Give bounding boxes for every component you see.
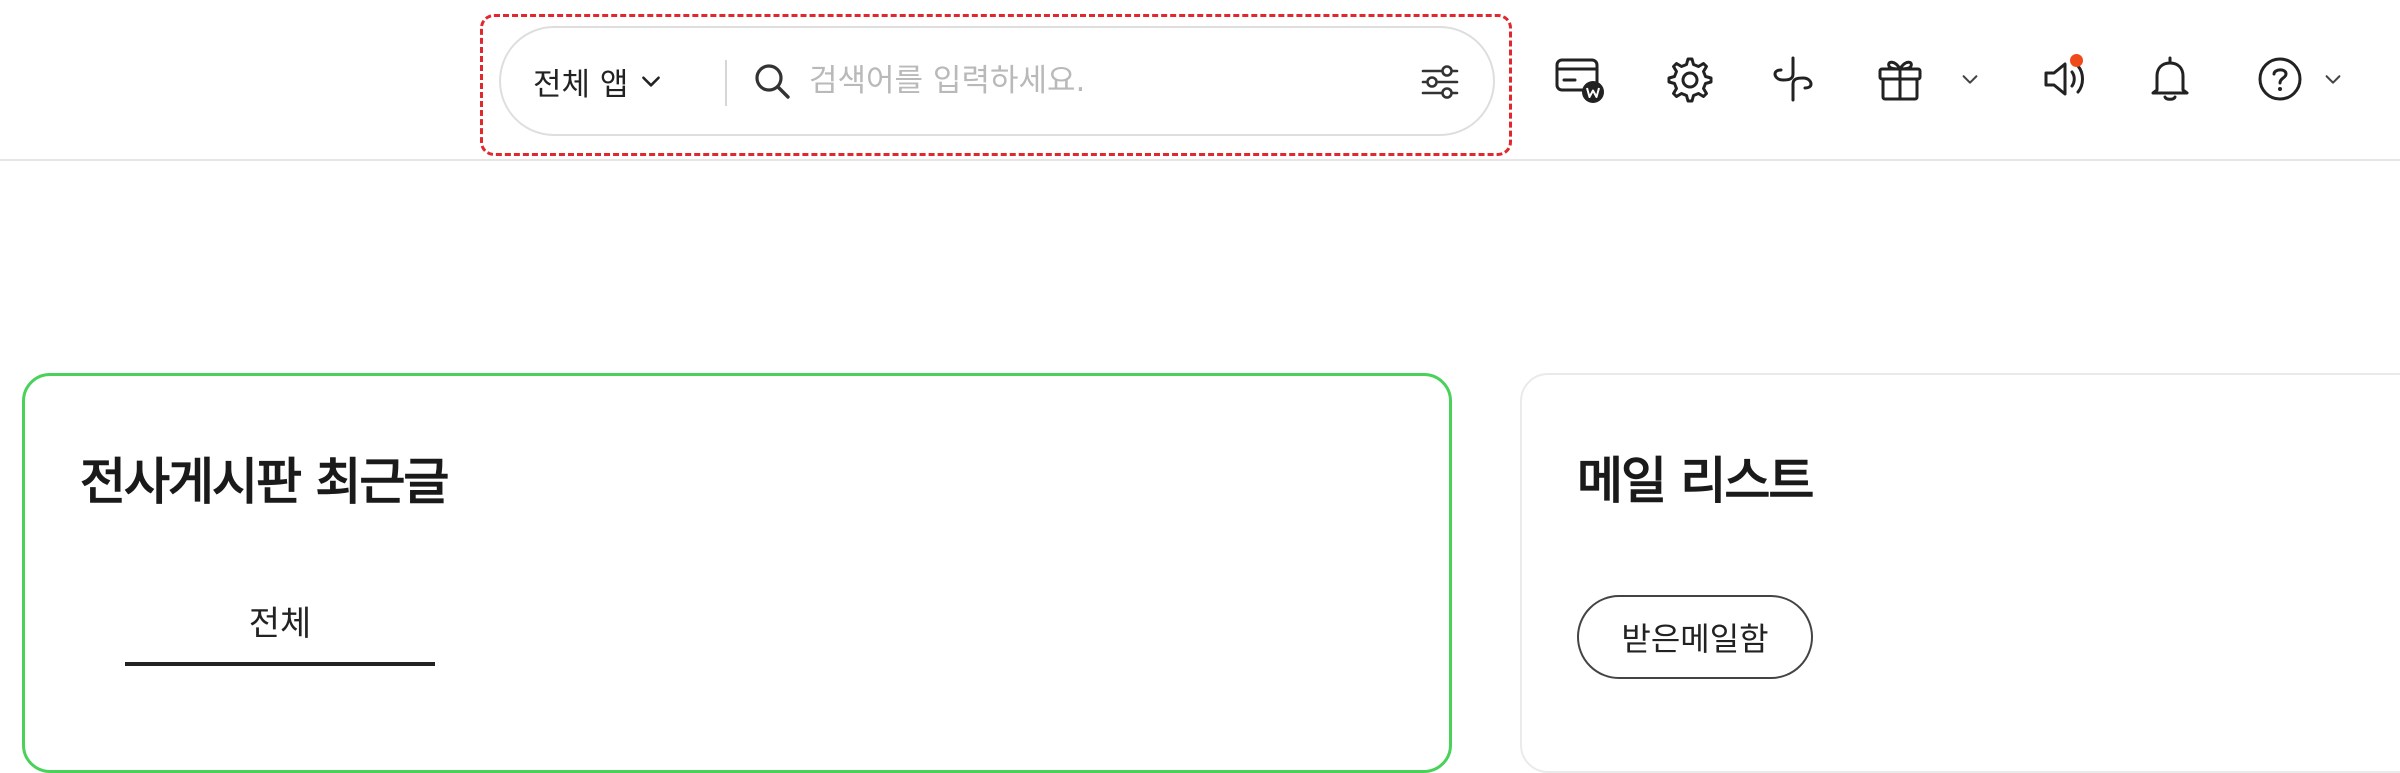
connector-icon[interactable] <box>1766 52 1820 106</box>
search-scope-dropdown[interactable]: 전체 앱 <box>533 28 664 134</box>
search-bar: 전체 앱 <box>499 26 1495 136</box>
bell-icon[interactable] <box>2143 52 2197 106</box>
search-icon <box>755 64 790 99</box>
search-divider <box>725 60 727 106</box>
inbox-filter-button[interactable]: 받은메일함 <box>1577 595 1813 679</box>
company-board-title: 전사게시판 최근글 <box>80 453 449 511</box>
chevron-down-icon[interactable] <box>2322 68 2344 90</box>
mail-list-card: 메일 리스트 받은메일함 <box>1520 373 2400 773</box>
notification-dot <box>2070 54 2083 67</box>
search-scope-label: 전체 앱 <box>533 66 629 103</box>
mail-list-title: 메일 리스트 <box>1577 452 1814 510</box>
wallet-w-icon[interactable] <box>1553 52 1607 106</box>
top-header: 전체 앱 <box>0 0 2400 161</box>
chevron-down-icon <box>642 76 661 87</box>
search-input[interactable] <box>809 52 1369 110</box>
tab-all[interactable]: 전체 <box>125 596 435 666</box>
filter-settings-icon[interactable] <box>1419 61 1461 103</box>
chevron-down-icon[interactable] <box>1959 68 1981 90</box>
help-icon[interactable] <box>2253 52 2307 106</box>
gear-icon[interactable] <box>1661 52 1715 106</box>
gift-icon[interactable] <box>1873 52 1927 106</box>
company-board-card: 전사게시판 최근글 전체 <box>22 373 1452 773</box>
speaker-icon[interactable] <box>2040 52 2094 106</box>
